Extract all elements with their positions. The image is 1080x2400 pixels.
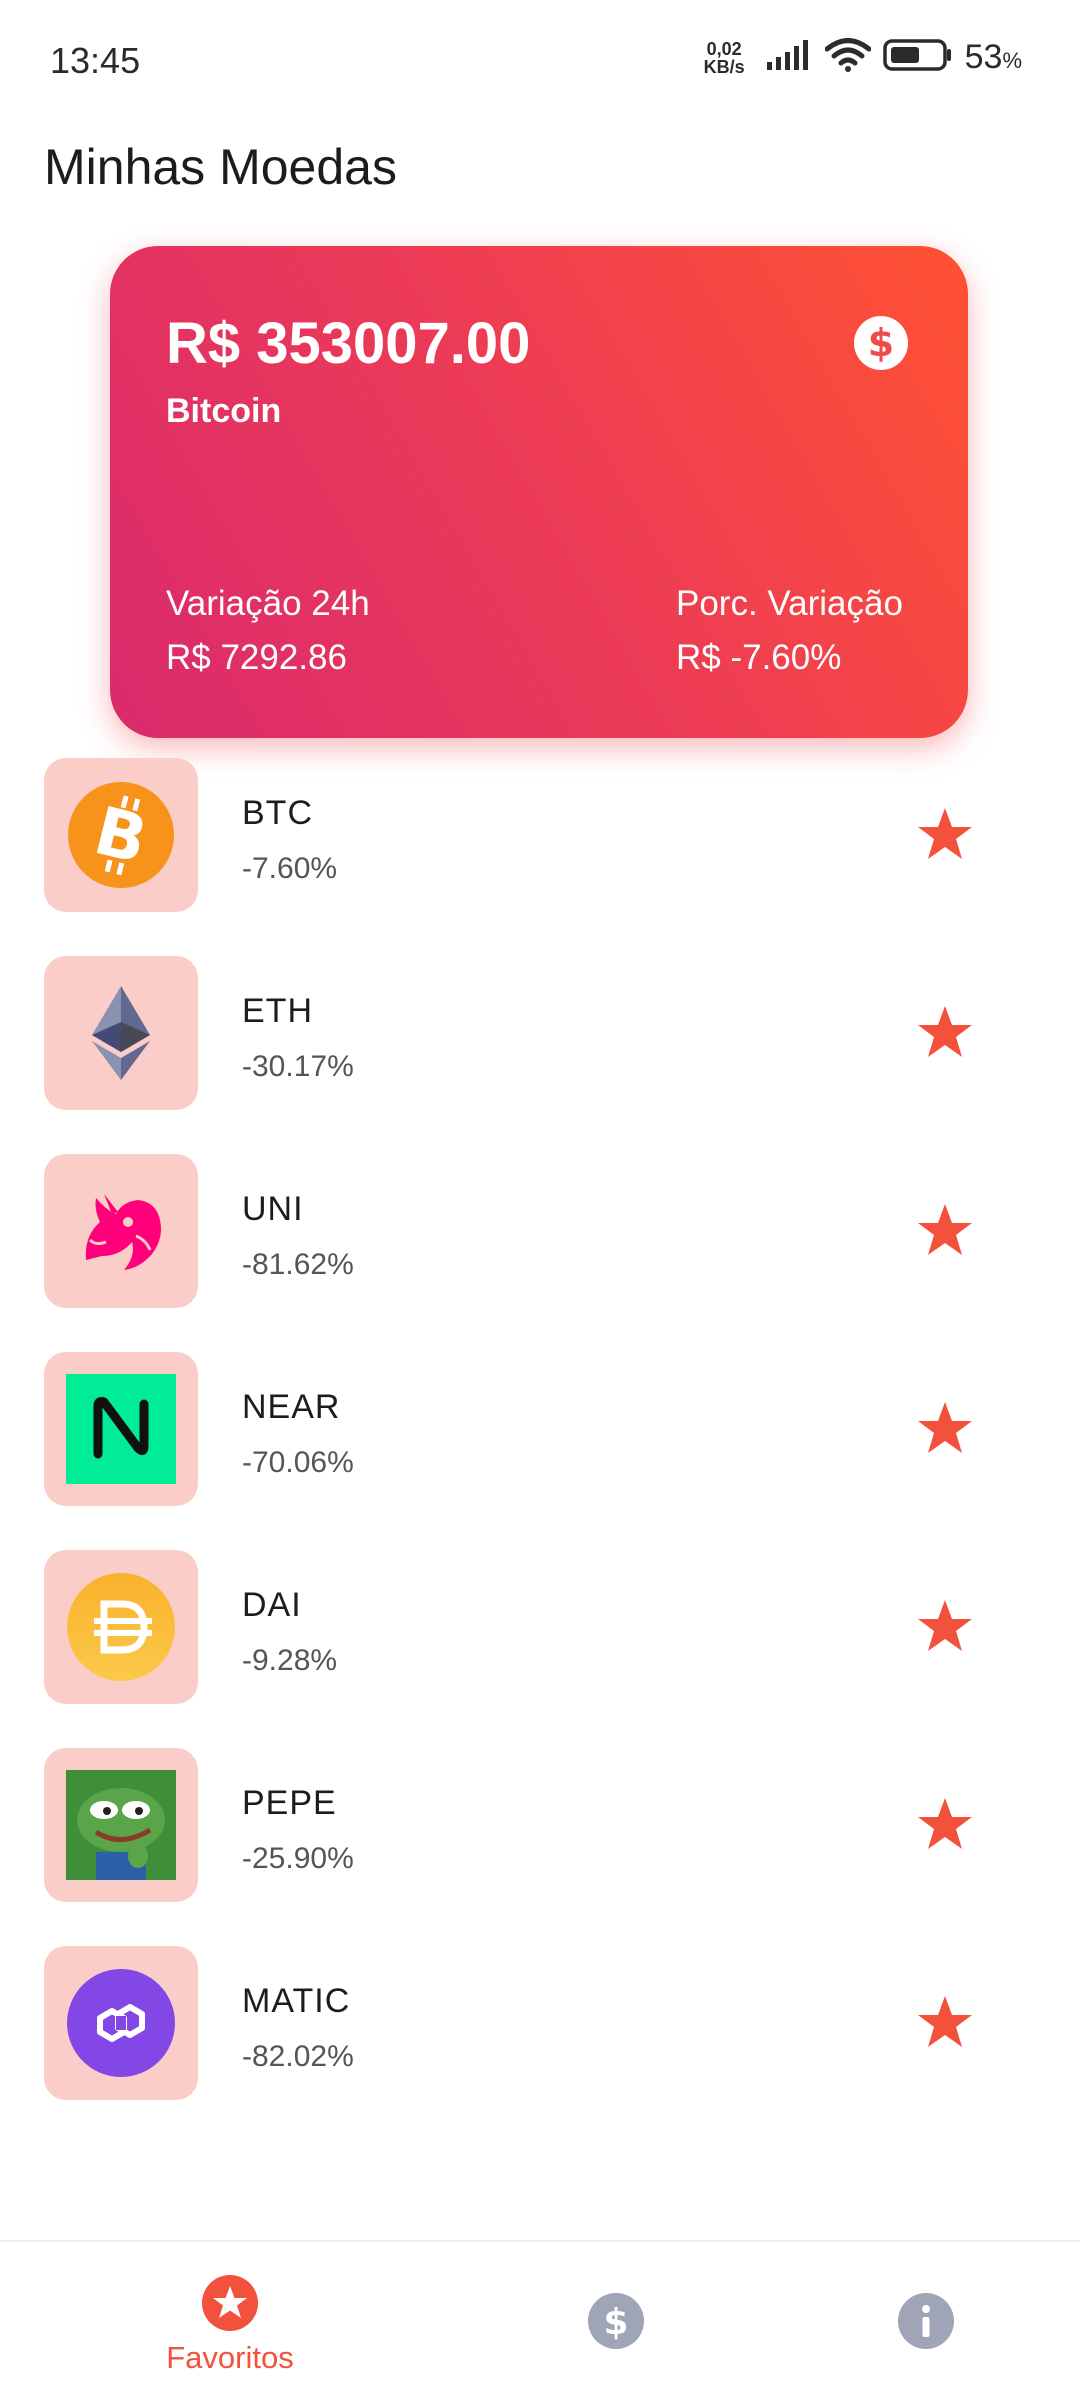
svg-text:$: $ — [603, 2302, 628, 2343]
favorite-star-icon[interactable] — [916, 1004, 974, 1062]
percent-variation-label: Porc. Variação — [676, 584, 903, 623]
battery-icon — [882, 39, 953, 76]
nav-coins[interactable]: $ — [536, 2242, 696, 2400]
page-title: Minhas Moedas — [44, 139, 397, 195]
featured-coin-price: R$ 353007.00 — [166, 311, 531, 376]
coin-row-eth[interactable]: ETH -30.17% — [0, 956, 1080, 1154]
bitcoin-logo: B — [68, 782, 174, 888]
favorite-star-icon[interactable] — [916, 1598, 974, 1656]
coin-symbol: PEPE — [242, 1784, 337, 1822]
status-time: 13:45 — [50, 40, 141, 81]
wifi-icon — [824, 38, 872, 77]
signal-icon — [766, 40, 813, 75]
uniswap-logo — [85, 1194, 161, 1270]
coin-change: -81.62% — [242, 1248, 354, 1281]
network-speed-value: 0,02 — [706, 38, 742, 59]
info-icon — [898, 2293, 954, 2349]
coin-logo-tile — [44, 956, 198, 1110]
battery-percent-sign: % — [1002, 48, 1022, 73]
coin-symbol: BTC — [242, 794, 313, 832]
coin-change: -25.90% — [242, 1842, 354, 1875]
coin-row-btc[interactable]: B BTC -7.60% — [0, 758, 1080, 956]
status-bar: 13:45 0,02 KB/s 53% — [0, 0, 1080, 120]
polygon-logo — [67, 1969, 175, 2077]
nav-favorites[interactable]: Favoritos — [150, 2242, 310, 2400]
coin-row-matic[interactable]: MATIC -82.02% — [0, 1946, 1080, 2144]
coin-change: -30.17% — [242, 1050, 354, 1083]
coin-symbol: ETH — [242, 992, 313, 1030]
nav-info[interactable] — [846, 2242, 1006, 2400]
nav-favorites-label: Favoritos — [166, 2340, 294, 2375]
coin-row-pepe[interactable]: PEPE -25.90% — [0, 1748, 1080, 1946]
battery-percent: 53% — [965, 38, 1022, 77]
dollar-circle-icon: $ — [854, 316, 908, 370]
percent-variation-value: R$ -7.60% — [676, 638, 842, 677]
coin-row-near[interactable]: NEAR -70.06% — [0, 1352, 1080, 1550]
favorite-star-icon[interactable] — [916, 1796, 974, 1854]
coin-change: -82.02% — [242, 2040, 354, 2073]
favorite-star-icon[interactable] — [916, 1994, 974, 2052]
ethereum-logo — [92, 986, 150, 1080]
near-logo — [66, 1374, 176, 1484]
dai-logo — [67, 1573, 175, 1681]
coin-logo-tile — [44, 1946, 198, 2100]
network-speed: 0,02 KB/s — [704, 40, 745, 76]
coin-row-dai[interactable]: DAI -9.28% — [0, 1550, 1080, 1748]
coin-symbol: NEAR — [242, 1388, 341, 1426]
favorite-coins-list: B BTC -7.60% ETH -30.17% UNI -81.62% NEA… — [0, 758, 1080, 2144]
favorite-star-icon[interactable] — [916, 1400, 974, 1458]
coin-row-uni[interactable]: UNI -81.62% — [0, 1154, 1080, 1352]
pepe-logo — [66, 1770, 176, 1880]
variation-24h-value: R$ 7292.86 — [166, 638, 347, 677]
star-icon — [202, 2275, 258, 2331]
screen: 13:45 0,02 KB/s 53% Minhas Moedas R$ 353… — [0, 0, 1080, 2400]
coin-change: -7.60% — [242, 852, 338, 885]
coin-symbol: UNI — [242, 1190, 304, 1228]
coin-logo-tile — [44, 1748, 198, 1902]
bottom-navigation: Favoritos $ — [0, 2240, 1080, 2400]
dollar-icon: $ — [588, 2293, 644, 2349]
favorite-star-icon[interactable] — [916, 1202, 974, 1260]
coin-symbol: MATIC — [242, 1982, 351, 2020]
coin-change: -9.28% — [242, 1644, 338, 1677]
variation-24h-label: Variação 24h — [166, 584, 370, 623]
network-speed-unit: KB/s — [703, 56, 745, 77]
battery-percent-value: 53 — [964, 38, 1003, 76]
featured-coin-name: Bitcoin — [166, 392, 282, 430]
coin-change: -70.06% — [242, 1446, 354, 1479]
coin-symbol: DAI — [242, 1586, 302, 1624]
coin-logo-tile: B — [44, 758, 198, 912]
coin-logo-tile — [44, 1352, 198, 1506]
status-indicators: 0,02 KB/s 53% — [704, 38, 1022, 77]
coin-logo-tile — [44, 1154, 198, 1308]
favorite-star-icon[interactable] — [916, 806, 974, 864]
svg-text:$: $ — [868, 321, 894, 365]
coin-logo-tile — [44, 1550, 198, 1704]
featured-coin-card[interactable]: R$ 353007.00 Bitcoin $ Variação 24h R$ 7… — [110, 246, 968, 738]
